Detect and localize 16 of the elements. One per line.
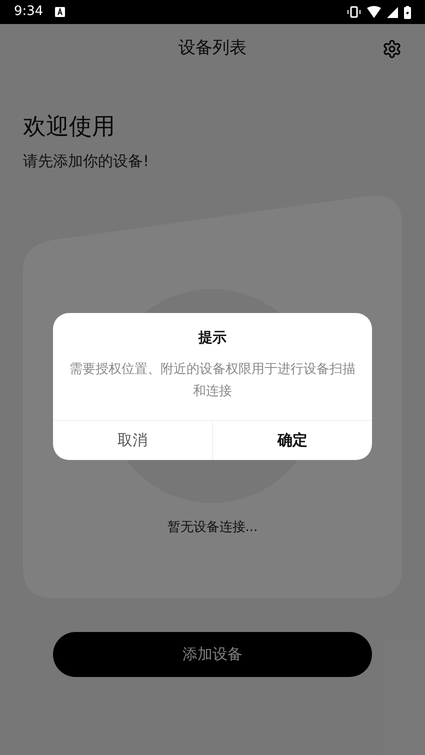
dialog-title: 提示: [197, 329, 228, 348]
page-title: 设备列表: [178, 37, 246, 60]
dialog-button[interactable]: 取消: [53, 421, 212, 460]
dialog-message: 需要授权位置、附近的设备权限用于进行设备扫描和连接: [68, 361, 356, 401]
wifi-icon: [367, 6, 381, 18]
status-time: 9:34: [14, 3, 44, 22]
welcome-title: 欢迎使用: [23, 113, 116, 142]
signal-icon: [387, 6, 398, 18]
add-device-button[interactable]: 添加设备: [53, 632, 372, 676]
welcome-subtitle: 请先添加你的设备!: [23, 151, 150, 172]
dialog-button[interactable]: 确定: [212, 421, 372, 460]
vibrate-icon: [347, 6, 361, 18]
battery-icon: [404, 6, 411, 18]
settings-icon[interactable]: [382, 39, 402, 59]
empty-text: 暂无设备连接...: [166, 518, 259, 536]
notification-icon: [55, 7, 66, 17]
